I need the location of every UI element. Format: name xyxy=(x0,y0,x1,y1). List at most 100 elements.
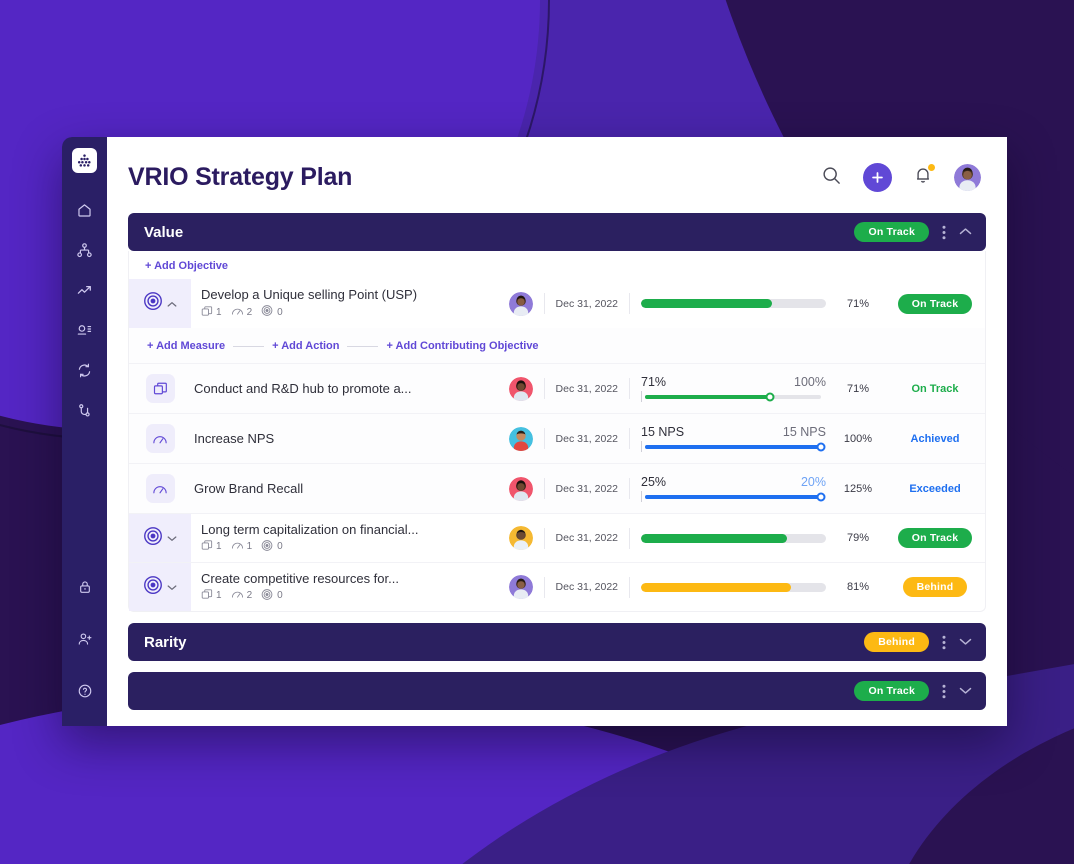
sidebar-item-org-chart[interactable] xyxy=(68,233,102,267)
measure-slider[interactable] xyxy=(641,391,826,402)
sidebar-item-home[interactable] xyxy=(68,193,102,227)
section-expand-button[interactable] xyxy=(959,633,972,651)
measure-row[interactable]: Conduct and R&D hub to promote a... Dec … xyxy=(129,363,985,413)
meta-measures-count: 1 xyxy=(216,306,222,318)
status-badge[interactable]: On Track xyxy=(897,293,973,314)
measure-slider-labels: 25% 20% xyxy=(641,475,826,489)
add-action-link[interactable]: + Add Action xyxy=(272,340,339,352)
status-badge[interactable]: Behind xyxy=(902,577,968,597)
measure-status-cell: Exceeded xyxy=(885,483,985,495)
objective-row[interactable]: Long term capitalization on financial... xyxy=(129,513,985,562)
contributing-objectives-icon xyxy=(261,588,274,604)
add-objective-link[interactable]: + Add Objective xyxy=(129,251,985,279)
measure-title: Increase NPS xyxy=(194,431,275,446)
status-badge[interactable]: On Track xyxy=(854,222,929,242)
slider-knob[interactable] xyxy=(765,392,775,401)
measure-slider-cell: 25% 20% xyxy=(641,475,831,502)
objective-owner-avatar[interactable] xyxy=(508,526,533,550)
section-collapse-button[interactable] xyxy=(959,223,972,241)
section-menu-button[interactable] xyxy=(942,635,946,650)
measure-title: Conduct and R&D hub to promote a... xyxy=(194,381,412,396)
slider-knob[interactable] xyxy=(816,442,826,451)
sidebar xyxy=(62,137,107,726)
notifications-button[interactable] xyxy=(913,163,936,190)
main-content: VRIO Strategy Plan Value On Track + Add … xyxy=(107,137,1007,726)
app-logo[interactable] xyxy=(72,148,97,173)
objective-progress-cell xyxy=(641,299,831,308)
objective-meta: 1 2 0 xyxy=(201,588,509,604)
section-header[interactable]: On Track xyxy=(128,672,986,710)
divider xyxy=(629,576,630,598)
search-button[interactable] xyxy=(821,165,842,191)
meta-actions-count: 2 xyxy=(246,306,253,318)
meta-contributing: 0 xyxy=(261,539,283,555)
sidebar-item-cycles[interactable] xyxy=(68,353,102,387)
measure-current-value: 25% xyxy=(641,475,667,489)
slider-fill xyxy=(645,494,821,499)
measure-slider[interactable] xyxy=(641,491,826,502)
measure-slider-cell: 15 NPS 15 NPS xyxy=(641,425,831,452)
sidebar-item-invite-user[interactable] xyxy=(68,622,102,656)
measure-title: Grow Brand Recall xyxy=(194,481,304,496)
meta-contributing: 0 xyxy=(261,588,283,604)
meta-contributing-count: 0 xyxy=(277,541,283,552)
divider xyxy=(629,478,630,499)
measure-progress-label: 100% xyxy=(843,432,873,445)
measure-owner-avatar[interactable] xyxy=(508,476,533,501)
divider xyxy=(543,527,545,549)
sidebar-item-workflow[interactable] xyxy=(68,393,102,427)
measure-owner-avatar[interactable] xyxy=(508,376,533,401)
section-expand-button[interactable] xyxy=(959,682,972,700)
sidebar-item-help[interactable] xyxy=(68,674,102,708)
measure-slider[interactable] xyxy=(641,441,826,452)
status-badge[interactable]: On Track xyxy=(897,528,973,548)
add-button[interactable] xyxy=(863,163,892,192)
measure-due-date: Dec 31, 2022 xyxy=(555,432,618,445)
section-header[interactable]: Value On Track xyxy=(128,213,986,251)
objective-row[interactable]: Develop a Unique selling Point (USP) 1 2… xyxy=(129,279,985,328)
sidebar-item-dashboards[interactable] xyxy=(68,313,102,347)
objective-target-icon xyxy=(142,574,164,601)
section-partial: On Track xyxy=(128,672,986,710)
objective-expand-chevron[interactable] xyxy=(167,529,177,547)
sidebar-bottom-group xyxy=(68,570,102,726)
objective-owner-avatar[interactable] xyxy=(508,291,533,316)
user-avatar[interactable] xyxy=(954,164,981,191)
section-value: Value On Track + Add Objective Develop a… xyxy=(128,213,986,612)
divider xyxy=(543,478,545,499)
measure-title-cell: Conduct and R&D hub to promote a... xyxy=(191,381,509,396)
section-body: + Add Objective Develop a Unique selling… xyxy=(128,251,986,612)
measure-status: Achieved xyxy=(910,432,960,445)
add-links: + Add Measure + Add Action + Add Contrib… xyxy=(129,328,985,363)
add-measure-link[interactable]: + Add Measure xyxy=(147,340,225,352)
objective-row[interactable]: Create competitive resources for... 1 2 … xyxy=(129,562,985,611)
measure-icon-cell xyxy=(129,464,191,513)
section-header[interactable]: Rarity Behind xyxy=(128,623,986,661)
measure-row[interactable]: Grow Brand Recall Dec 31, 2022 25% 20% 1… xyxy=(129,463,985,513)
slider-start-tick xyxy=(641,441,642,452)
measure-target-value: 15 NPS xyxy=(782,425,826,439)
measure-row[interactable]: Increase NPS Dec 31, 2022 15 NPS 15 NPS … xyxy=(129,413,985,463)
measure-due-date: Dec 31, 2022 xyxy=(555,382,618,395)
slider-start-tick xyxy=(641,391,642,402)
section-menu-button[interactable] xyxy=(942,684,946,699)
objective-owner-avatar[interactable] xyxy=(508,575,533,599)
add-contributing-objective-link[interactable]: + Add Contributing Objective xyxy=(386,340,538,352)
section-menu-button[interactable] xyxy=(942,225,946,240)
slider-knob[interactable] xyxy=(816,492,826,501)
sidebar-item-permissions[interactable] xyxy=(68,570,102,604)
section-title: Value xyxy=(144,223,184,241)
objective-title: Long term capitalization on financial... xyxy=(201,521,419,537)
measure-owner-avatar[interactable] xyxy=(508,426,533,451)
status-badge[interactable]: On Track xyxy=(854,681,929,701)
objective-expand-chevron[interactable] xyxy=(167,578,177,596)
measure-title-cell: Increase NPS xyxy=(191,431,509,446)
meta-measures-count: 1 xyxy=(216,590,222,601)
objective-due-date: Dec 31, 2022 xyxy=(555,532,618,544)
measure-slider-labels: 71% 100% xyxy=(641,375,826,389)
objective-collapse-chevron[interactable] xyxy=(167,295,177,313)
sidebar-item-performance[interactable] xyxy=(68,273,102,307)
measure-progress-label: 71% xyxy=(846,382,870,395)
status-badge[interactable]: Behind xyxy=(864,632,929,652)
meta-measures: 1 xyxy=(201,305,222,320)
